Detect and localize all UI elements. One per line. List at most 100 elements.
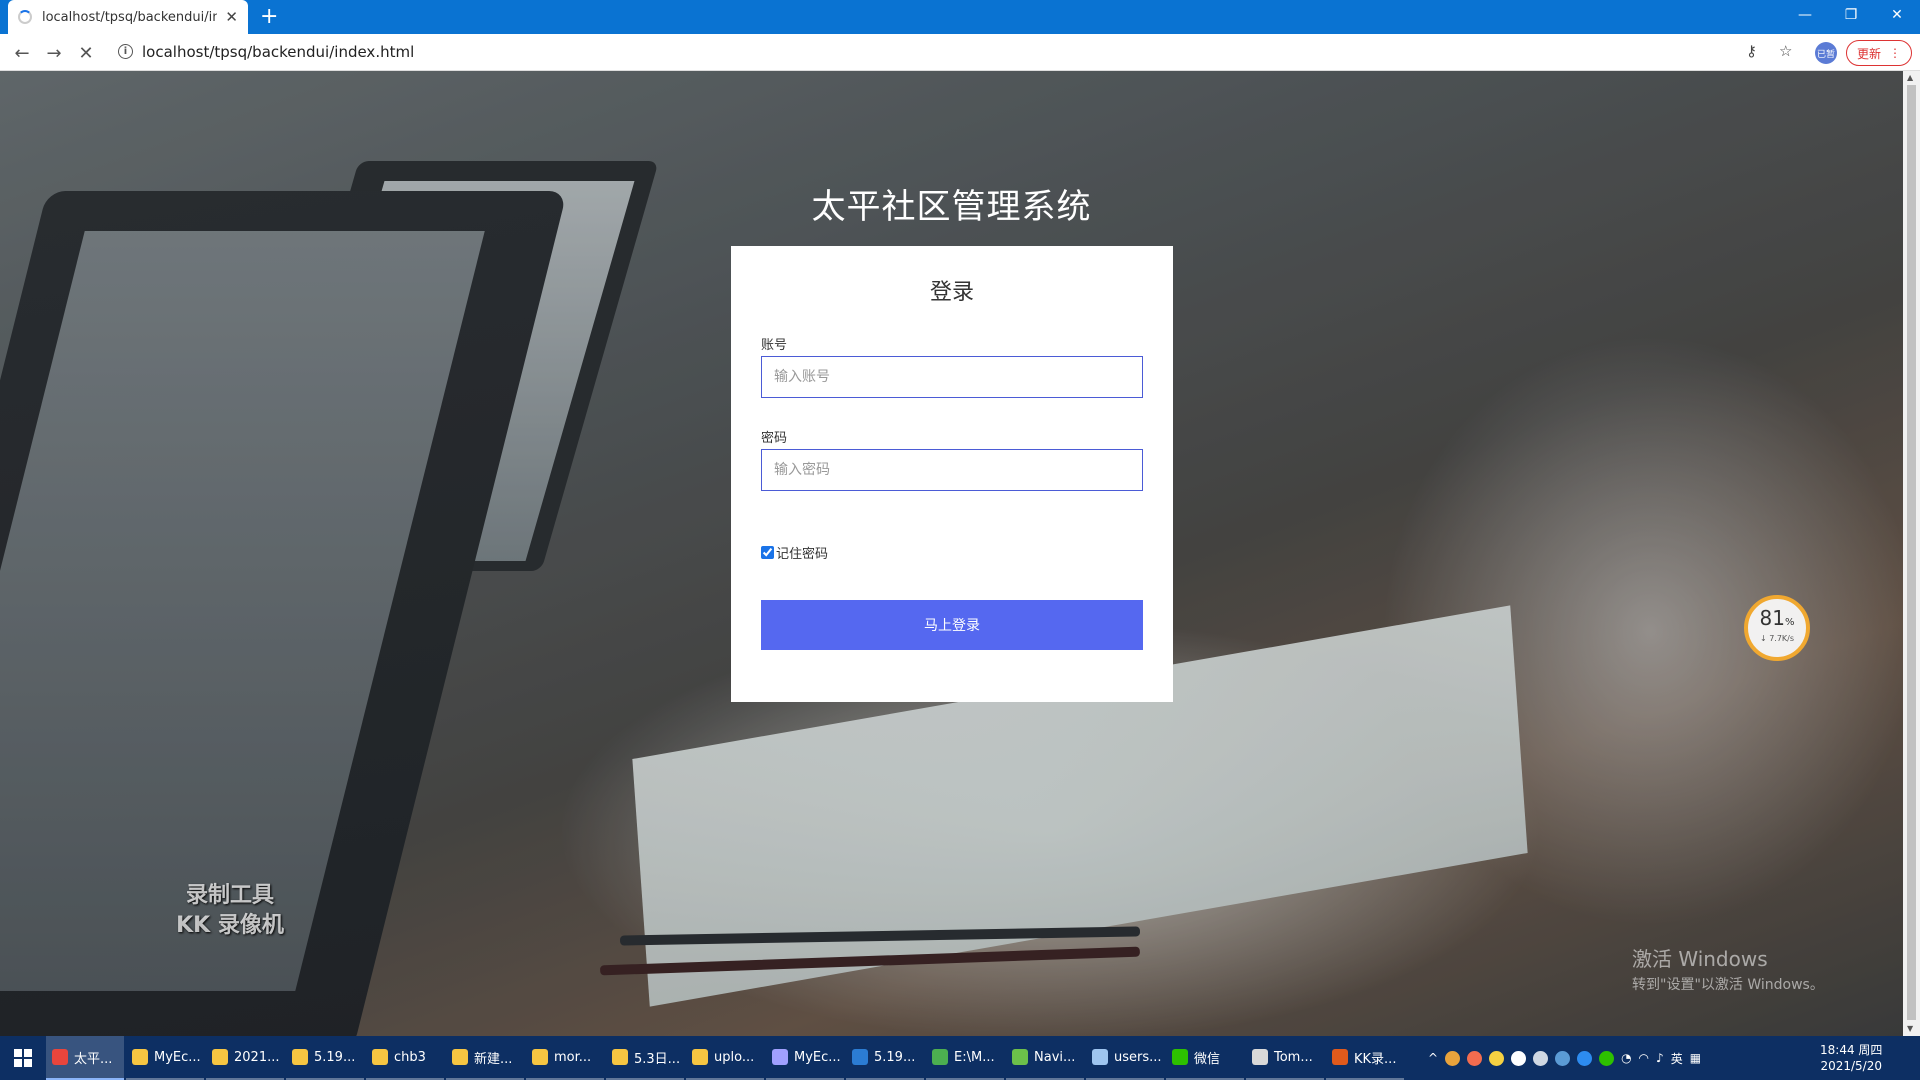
app-icon <box>1252 1049 1268 1065</box>
key-icon[interactable]: ⚷ <box>1746 42 1757 60</box>
tab-title: localhost/tpsq/backendui/index.html <box>41 9 218 25</box>
taskbar-item-label: 5.19... <box>314 1049 356 1065</box>
wechat-tray-icon[interactable] <box>1599 1050 1615 1066</box>
taskbar-item-label: 5.3日... <box>634 1051 681 1067</box>
tray-expand-icon[interactable]: ^ <box>1428 1051 1438 1065</box>
taskbar-clock[interactable]: 18:44 周四 2021/5/20 <box>1820 1042 1882 1074</box>
taskbar-item[interactable]: 2021... <box>206 1036 284 1080</box>
app-icon <box>132 1049 148 1065</box>
ime-indicator[interactable]: 英 <box>1671 1050 1683 1067</box>
bookmark-star-icon[interactable]: ☆ <box>1779 42 1792 60</box>
taskbar-item-label: E:\M... <box>954 1049 995 1065</box>
taskbar-apps: 太平... MyEc... 2021... 5.19... chb3 新建... mor..… <box>46 1036 1406 1080</box>
watermark-line2: KK 录像机 <box>176 913 284 938</box>
taskbar-item[interactable]: MyEc... <box>766 1036 844 1080</box>
taskbar-item-label: 新建... <box>474 1051 513 1067</box>
login-button[interactable]: 马上登录 <box>761 600 1143 650</box>
keyboard-icon[interactable]: ▦ <box>1690 1051 1701 1065</box>
tray-app-icon[interactable] <box>1445 1050 1461 1066</box>
remember-password[interactable]: 记住密码 <box>761 543 828 562</box>
tray-app-icon[interactable] <box>1555 1050 1571 1066</box>
password-input[interactable] <box>761 449 1143 491</box>
taskbar-item-label: 太平... <box>74 1051 113 1067</box>
menu-dots-icon: ⋮ <box>1888 46 1901 60</box>
activate-line2: 转到"设置"以激活 Windows。 <box>1632 977 1824 993</box>
system-tray: ^ ◔ ◠ ♪ 英 ▦ <box>1428 1036 1701 1080</box>
scroll-up-icon[interactable]: ▲ <box>1907 73 1913 82</box>
tray-app-icon[interactable] <box>1467 1050 1483 1066</box>
app-icon <box>1092 1049 1108 1065</box>
network-speed-widget[interactable]: 81% ↓ 7.7K/s <box>1744 595 1810 661</box>
taskbar-item[interactable]: 微信 <box>1166 1036 1244 1080</box>
app-icon <box>772 1049 788 1065</box>
back-icon[interactable]: ← <box>8 39 36 67</box>
start-button[interactable] <box>0 1036 46 1080</box>
volume-icon[interactable]: ♪ <box>1656 1051 1664 1065</box>
page-scrollbar[interactable]: ▲ ▼ <box>1903 71 1920 1036</box>
account-input[interactable] <box>761 356 1143 398</box>
app-icon <box>1172 1049 1188 1065</box>
site-info-icon[interactable]: i <box>118 44 133 59</box>
activate-line1: 激活 Windows <box>1632 947 1768 971</box>
taskbar-item[interactable]: 太平... <box>46 1036 124 1080</box>
taskbar-item-label: 微信 <box>1194 1051 1221 1067</box>
taskbar-item-label: KK录... <box>1354 1051 1397 1067</box>
taskbar-item[interactable]: Tom... <box>1246 1036 1324 1080</box>
taskbar-item[interactable]: 新建... <box>446 1036 524 1080</box>
new-tab-icon[interactable]: + <box>260 4 278 30</box>
browser-tab[interactable]: localhost/tpsq/backendui/index.html ✕ <box>8 0 248 34</box>
account-label: 账号 <box>761 338 788 353</box>
tray-app-icon[interactable] <box>1577 1050 1593 1066</box>
taskbar-item[interactable]: chb3 <box>366 1036 444 1080</box>
app-icon <box>532 1049 548 1065</box>
login-card: 登录 账号 密码 记住密码 马上登录 <box>731 246 1173 702</box>
scroll-down-icon[interactable]: ▼ <box>1907 1024 1913 1033</box>
speed-unit: % <box>1784 617 1795 628</box>
minimize-icon[interactable]: — <box>1782 0 1828 30</box>
tray-app-icon[interactable] <box>1511 1050 1527 1066</box>
taskbar-item[interactable]: MyEc... <box>126 1036 204 1080</box>
stop-loading-icon[interactable]: ✕ <box>72 39 100 67</box>
speed-rate: ↓ 7.7K/s <box>1759 634 1795 643</box>
profile-avatar[interactable]: 已暂 <box>1815 42 1837 64</box>
clock-time: 18:44 周四 <box>1820 1043 1883 1057</box>
notification-icon[interactable] <box>1533 1050 1549 1066</box>
network-icon[interactable]: ◔ <box>1621 1051 1631 1065</box>
taskbar-item[interactable]: users... <box>1086 1036 1164 1080</box>
taskbar-item[interactable]: E:\M... <box>926 1036 1004 1080</box>
taskbar-item[interactable]: KK录... <box>1326 1036 1404 1080</box>
windows-taskbar: 太平... MyEc... 2021... 5.19... chb3 新建... mor..… <box>0 1036 1920 1080</box>
tray-app-icon[interactable] <box>1489 1050 1505 1066</box>
clock-date: 2021/5/20 <box>1820 1059 1882 1073</box>
windows-logo-icon <box>14 1049 32 1067</box>
forward-icon[interactable]: → <box>40 39 68 67</box>
taskbar-item[interactable]: uplo... <box>686 1036 764 1080</box>
scroll-thumb[interactable] <box>1907 85 1916 1020</box>
taskbar-item[interactable]: 5.19... <box>846 1036 924 1080</box>
taskbar-item[interactable]: mor... <box>526 1036 604 1080</box>
taskbar-item-label: chb3 <box>394 1049 426 1065</box>
app-icon <box>692 1049 708 1065</box>
taskbar-item[interactable]: 5.19... <box>286 1036 364 1080</box>
taskbar-item-label: mor... <box>554 1049 592 1065</box>
taskbar-item-label: 2021... <box>234 1049 280 1065</box>
restore-icon[interactable]: ❐ <box>1828 0 1874 30</box>
taskbar-item-label: Navi... <box>1034 1049 1076 1065</box>
taskbar-item[interactable]: Navi... <box>1006 1036 1084 1080</box>
app-icon <box>52 1049 68 1065</box>
close-tab-icon[interactable]: ✕ <box>225 8 238 26</box>
update-label: 更新 <box>1856 46 1881 61</box>
taskbar-item-label: uplo... <box>714 1049 755 1065</box>
app-icon <box>452 1049 468 1065</box>
taskbar-item-label: 5.19... <box>874 1049 916 1065</box>
browser-toolbar: ← → ✕ i localhost/tpsq/backendui/index.h… <box>0 34 1920 71</box>
taskbar-item[interactable]: 5.3日... <box>606 1036 684 1080</box>
recorder-watermark: 录制工具 KK 录像机 <box>160 881 300 941</box>
wifi-icon[interactable]: ◠ <box>1639 1051 1649 1065</box>
address-bar[interactable]: localhost/tpsq/backendui/index.html <box>142 43 414 61</box>
update-button[interactable]: 更新 ⋮ <box>1846 40 1912 66</box>
browser-tab-bar: localhost/tpsq/backendui/index.html ✕ + … <box>0 0 1920 34</box>
remember-password-checkbox[interactable] <box>761 546 774 559</box>
close-window-icon[interactable]: ✕ <box>1874 0 1920 30</box>
app-icon <box>612 1049 628 1065</box>
